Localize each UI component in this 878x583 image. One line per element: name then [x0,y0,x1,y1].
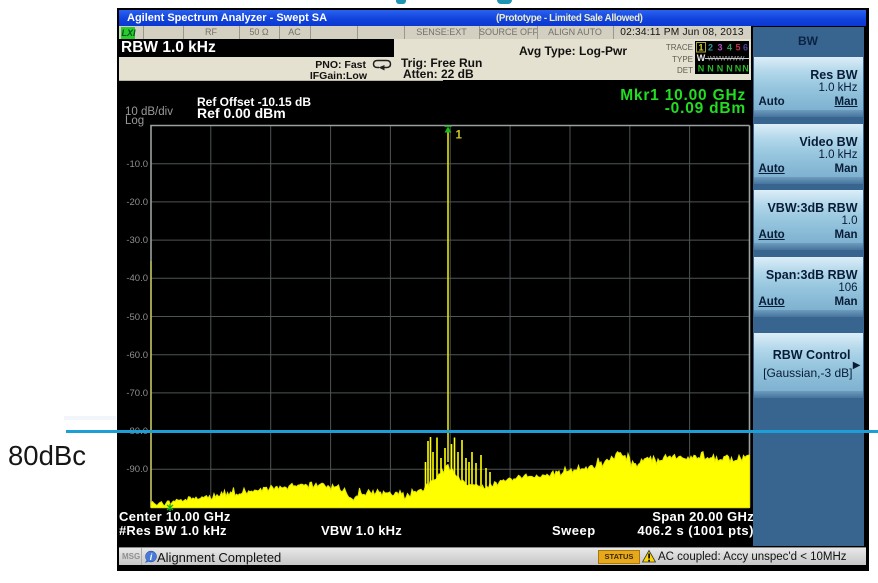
svg-text:1: 1 [456,130,463,142]
